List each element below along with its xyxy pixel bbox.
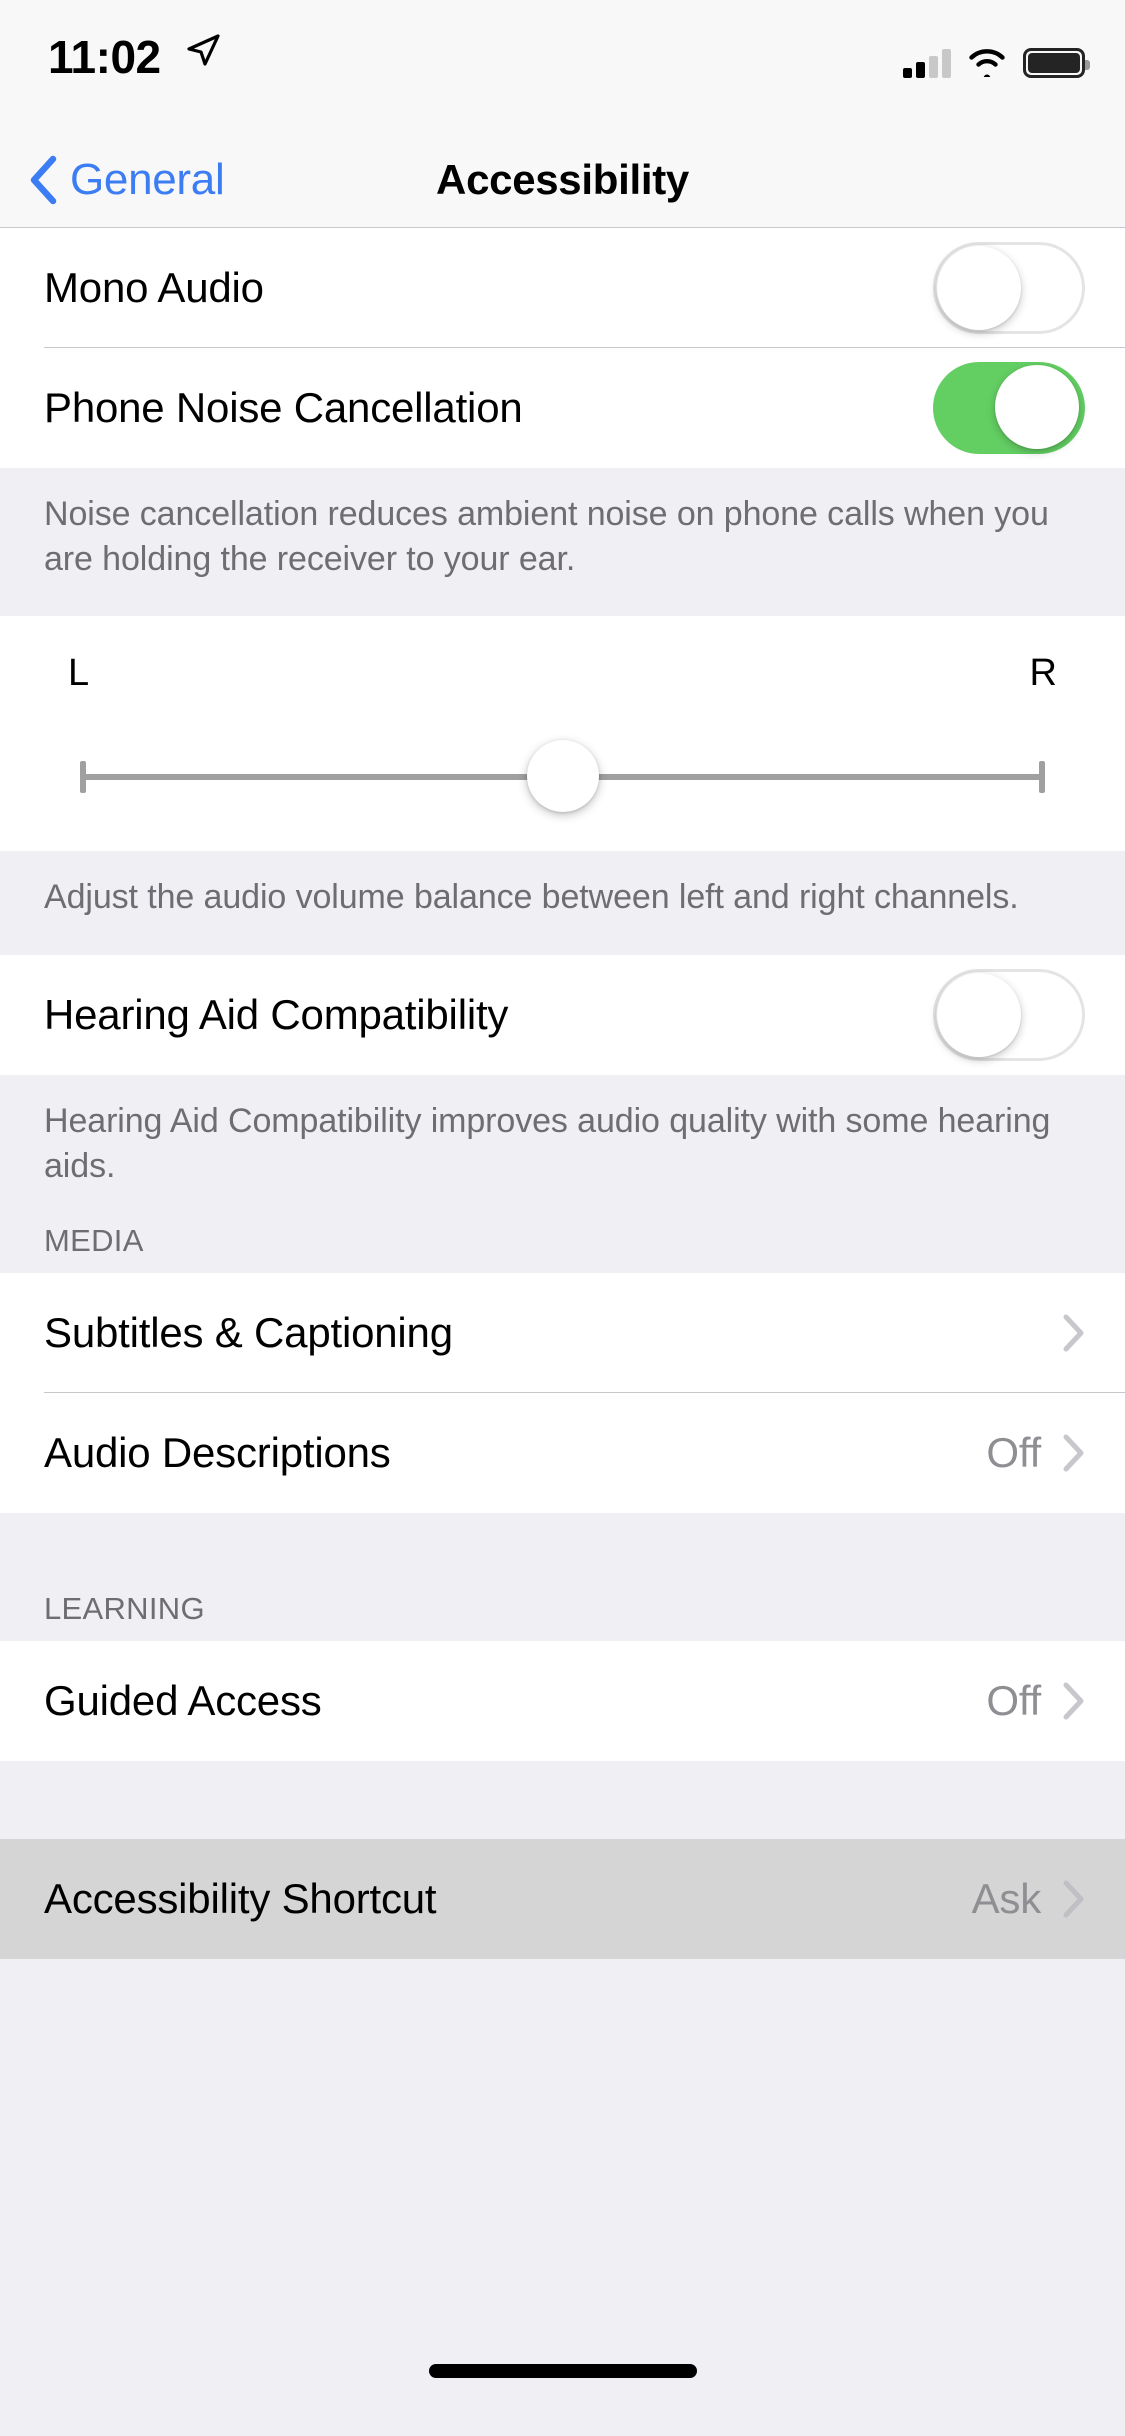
chevron-right-icon (1063, 1434, 1084, 1472)
toggle-knob (937, 972, 1021, 1057)
cellular-signal-icon (903, 48, 951, 78)
toggle-knob (937, 246, 1021, 330)
toggle-hearing-aid-compatibility[interactable] (933, 968, 1085, 1061)
row-value: Off (986, 1677, 1041, 1725)
settings-list: Mono Audio Phone Noise Cancellation Nois… (0, 228, 1125, 2336)
audio-group-footer: Noise cancellation reduces ambient noise… (0, 468, 1125, 617)
row-label: Mono Audio (44, 264, 264, 311)
balance-label-left: L (68, 652, 90, 695)
section-gap (0, 1513, 1125, 1592)
section-gap (0, 1761, 1125, 1840)
section-header-media: MEDIA (0, 1223, 1125, 1274)
hearing-aid-group: Hearing Aid Compatibility (0, 954, 1125, 1075)
page-title: Accessibility (436, 155, 689, 203)
row-value: Off (986, 1429, 1041, 1477)
row-phone-noise-cancellation[interactable]: Phone Noise Cancellation (0, 348, 1125, 468)
navigation-bar: General Accessibility (0, 132, 1125, 228)
wifi-icon (969, 49, 1005, 77)
row-label: Hearing Aid Compatibility (44, 990, 509, 1038)
toggle-mono-audio[interactable] (933, 242, 1085, 334)
balance-slider-labels: L R (44, 652, 1081, 695)
toggle-knob (995, 365, 1079, 449)
row-value: Ask (971, 1875, 1042, 1923)
audio-group: Mono Audio Phone Noise Cancellation (0, 228, 1125, 468)
row-label: Audio Descriptions (44, 1429, 391, 1477)
row-accessory: Off (986, 1677, 1085, 1725)
slider-cap-left (80, 761, 86, 794)
row-label: Subtitles & Captioning (44, 1309, 453, 1357)
status-bar-time: 11:02 (48, 31, 161, 83)
row-guided-access[interactable]: Guided Access Off (0, 1641, 1125, 1762)
row-accessibility-shortcut[interactable]: Accessibility Shortcut Ask (0, 1839, 1125, 1960)
slider-cap-right (1039, 761, 1045, 794)
row-label: Phone Noise Cancellation (44, 384, 523, 431)
learning-group: Guided Access Off (0, 1641, 1125, 1762)
row-label: Guided Access (44, 1677, 322, 1725)
row-accessory: Ask (972, 1875, 1085, 1923)
row-subtitles-and-captioning[interactable]: Subtitles & Captioning (0, 1273, 1125, 1394)
chevron-right-icon (1063, 1682, 1084, 1720)
row-hearing-aid-compatibility[interactable]: Hearing Aid Compatibility (0, 954, 1125, 1075)
row-accessory (933, 242, 1085, 334)
shortcut-group: Accessibility Shortcut Ask (0, 1839, 1125, 1960)
home-indicator-area (0, 2336, 1125, 2436)
slider-thumb[interactable] (526, 740, 599, 813)
balance-slider-group: L R (0, 616, 1125, 852)
media-group: Subtitles & Captioning Audio Description… (0, 1273, 1125, 1514)
iphone-screen: 11:02 General Accessibility Mono Audio P… (0, 0, 1125, 2436)
chevron-right-icon (1063, 1880, 1084, 1918)
row-label: Accessibility Shortcut (44, 1875, 437, 1923)
section-header-learning: LEARNING (0, 1591, 1125, 1642)
status-bar: 11:02 (0, 0, 1125, 132)
row-mono-audio[interactable]: Mono Audio (0, 228, 1125, 348)
chevron-right-icon (1063, 1314, 1084, 1352)
status-bar-indicators (903, 38, 1090, 78)
balance-slider[interactable] (44, 740, 1081, 813)
row-accessory (1041, 1314, 1085, 1352)
row-accessory: Off (986, 1429, 1085, 1477)
hearing-aid-group-footer: Hearing Aid Compatibility improves audio… (0, 1074, 1125, 1224)
battery-full-icon (1023, 48, 1090, 78)
row-audio-descriptions[interactable]: Audio Descriptions Off (0, 1393, 1125, 1514)
home-indicator[interactable] (428, 2364, 697, 2378)
location-arrow-icon (187, 34, 220, 66)
row-accessory (933, 362, 1085, 454)
row-accessory (933, 968, 1085, 1061)
balance-label-right: R (1029, 652, 1057, 695)
toggle-phone-noise-cancellation[interactable] (933, 362, 1085, 454)
balance-group-footer: Adjust the audio volume balance between … (0, 851, 1125, 955)
